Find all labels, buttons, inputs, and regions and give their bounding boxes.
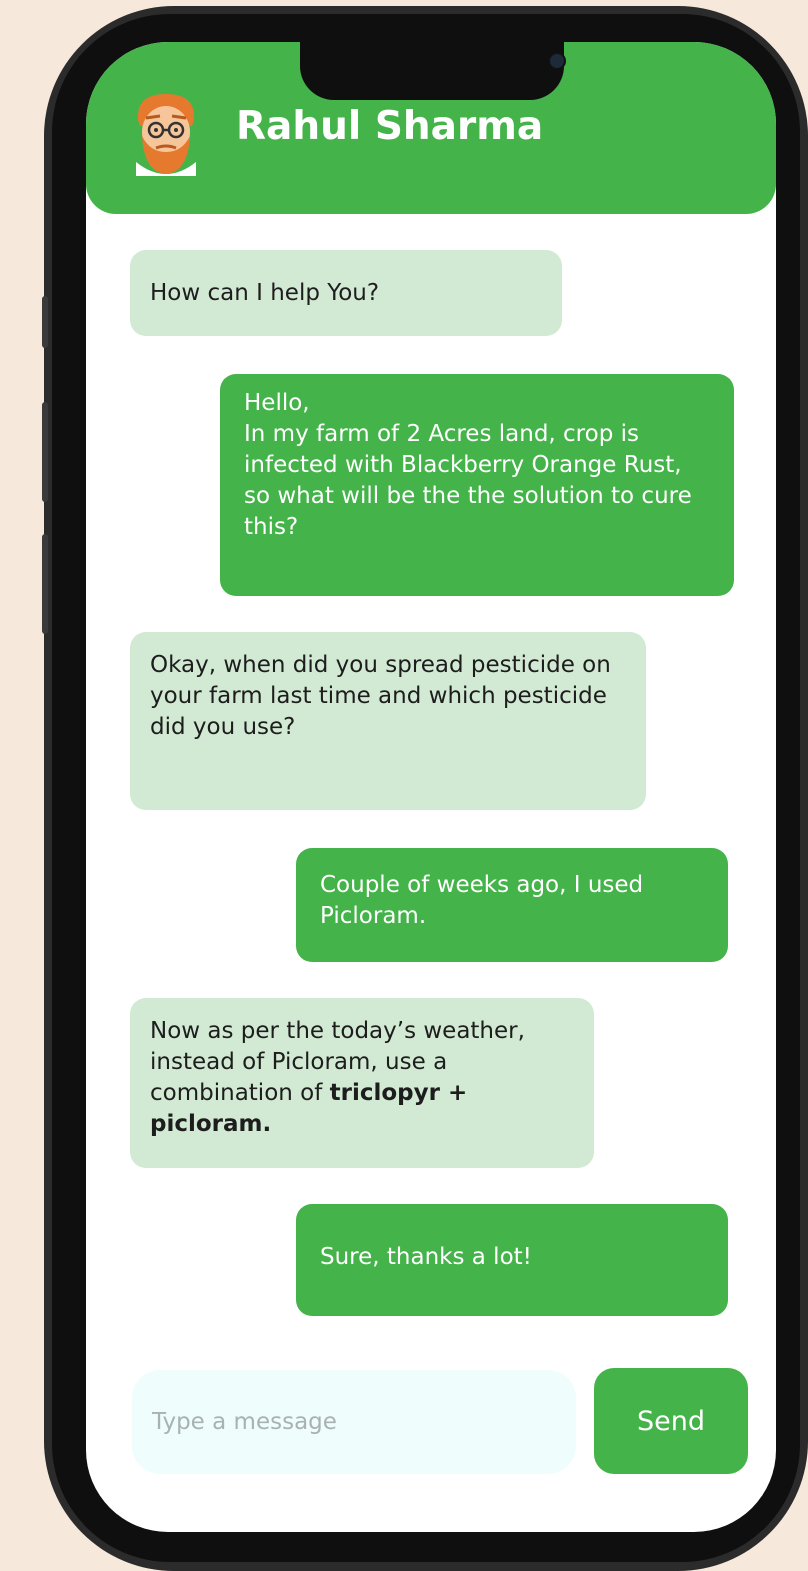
chat-screen: Rahul Sharma How can I help You? Hello, … <box>86 42 776 1532</box>
mute-switch <box>42 296 48 348</box>
message-sent: Hello, In my farm of 2 Acres land, crop … <box>220 374 734 596</box>
message-received: How can I help You? <box>130 250 562 336</box>
volume-up-button <box>42 402 48 502</box>
volume-down-button <box>42 534 48 634</box>
send-button[interactable]: Send <box>594 1368 748 1474</box>
avatar <box>136 94 196 176</box>
phone-notch <box>300 42 566 100</box>
camera-icon <box>548 52 566 70</box>
message-sent: Couple of weeks ago, I used Picloram. <box>296 848 728 962</box>
contact-name: Rahul Sharma <box>236 104 544 149</box>
message-sent: Sure, thanks a lot! <box>296 1204 728 1316</box>
message-received: Okay, when did you spread pesticide on y… <box>130 632 646 810</box>
message-received: Now as per the today’s weather, instead … <box>130 998 594 1168</box>
message-input[interactable] <box>132 1370 576 1474</box>
